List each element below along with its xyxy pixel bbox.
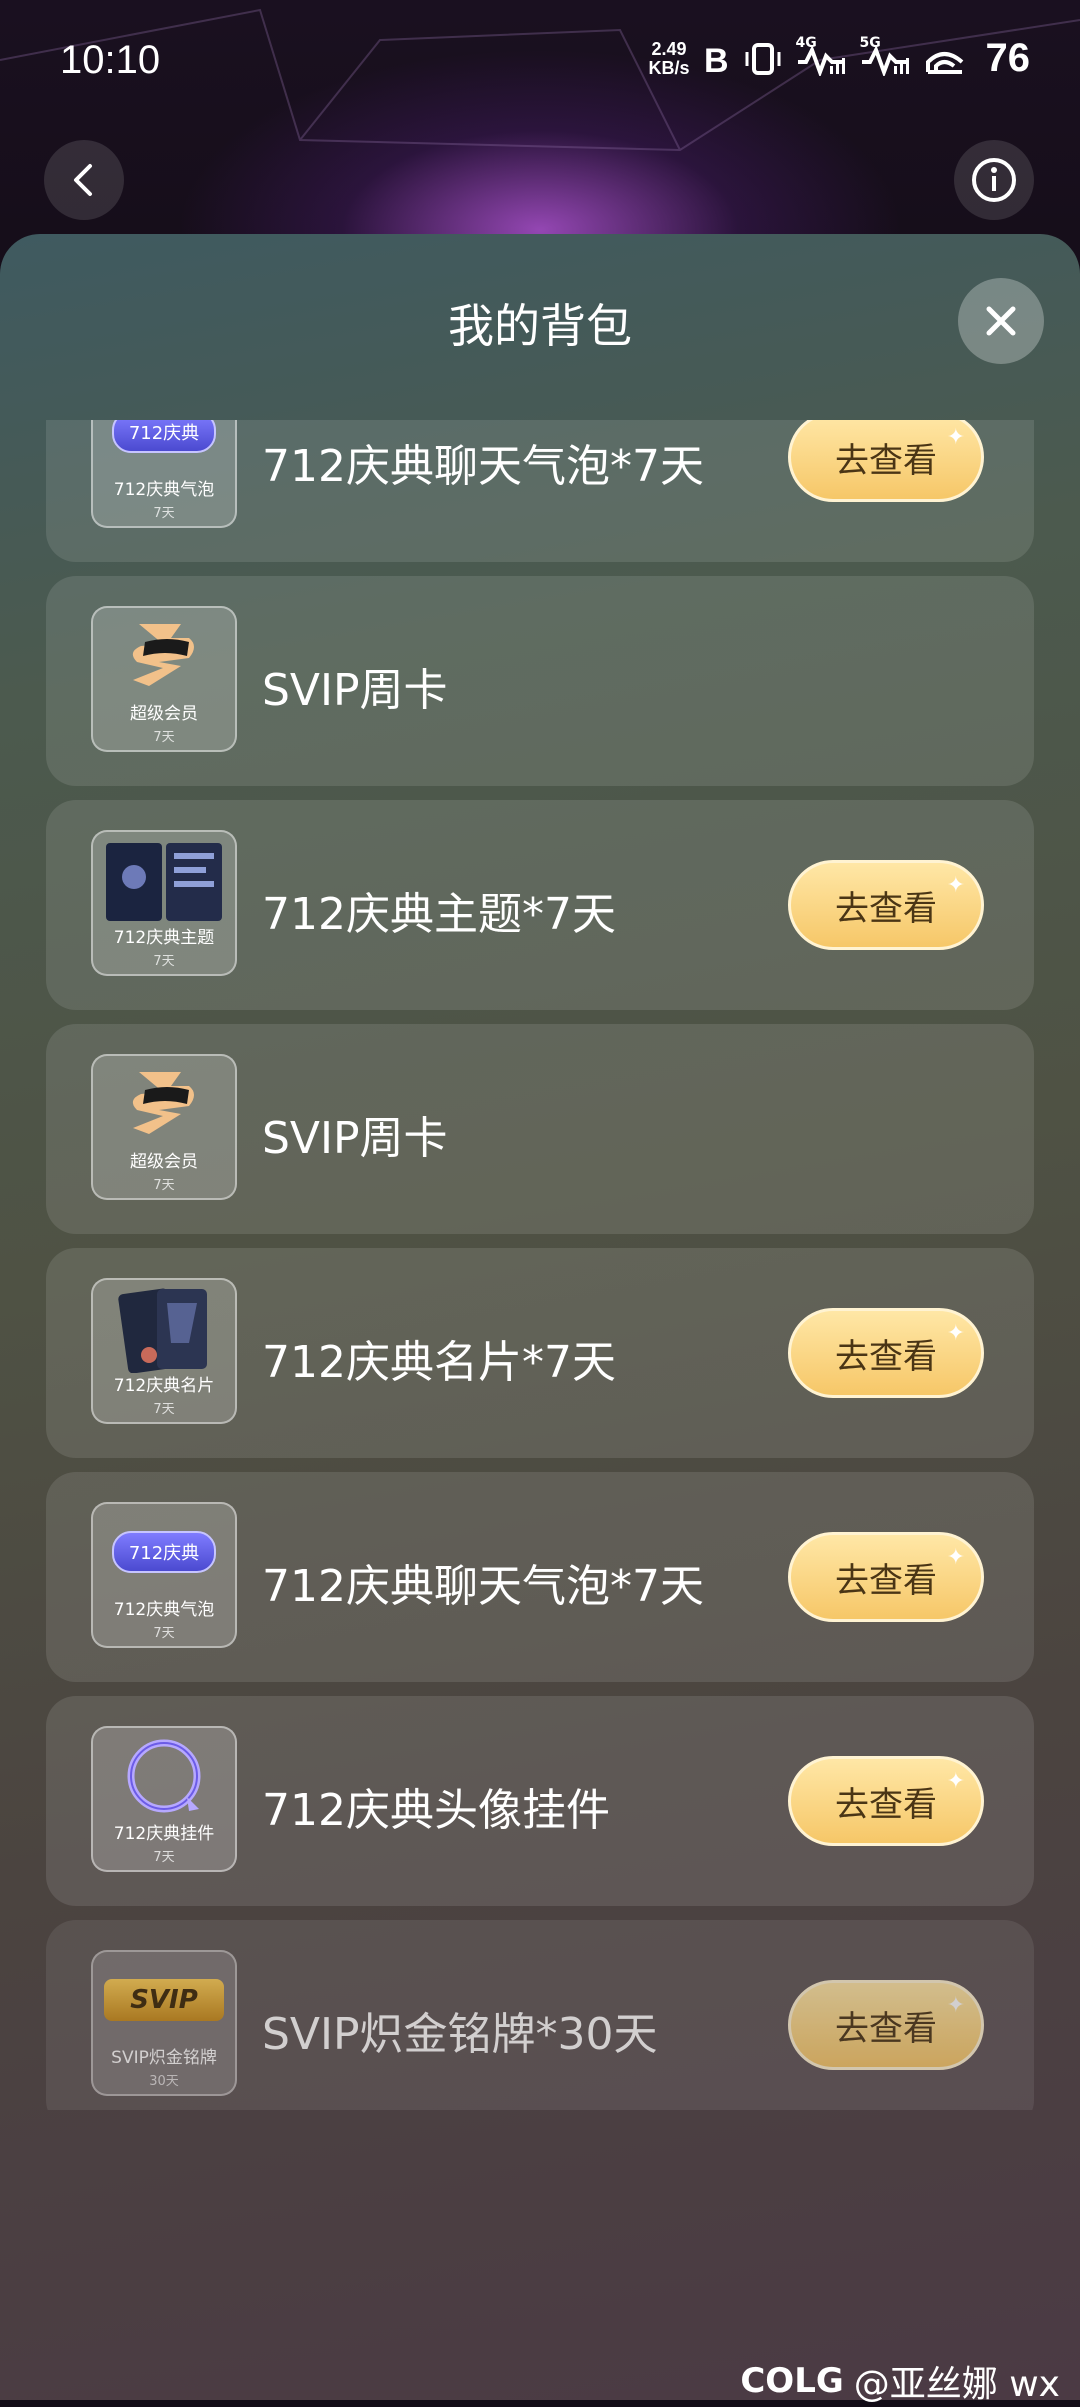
item-thumbnail: 712庆典挂件 7天 <box>91 1726 237 1872</box>
item-name: 712庆典聊天气泡*7天 <box>262 1561 704 1612</box>
watermark-logo: COLG <box>740 2361 844 2401</box>
view-button-label: 去查看 <box>835 888 937 929</box>
thumb-label: 712庆典名片 <box>113 1376 215 1396</box>
list-item: 712庆典名片 7天 712庆典名片*7天 去查看 ✦ <box>46 1248 1034 1458</box>
list-item: 712庆典 712庆典气泡 7天 712庆典聊天气泡*7天 去查看 ✦ <box>46 420 1034 562</box>
item-thumbnail: 712庆典主题 7天 <box>91 830 237 976</box>
signal-5g-icon: 5G <box>860 35 910 79</box>
sparkle-icon: ✦ <box>946 873 965 898</box>
item-name: 712庆典聊天气泡*7天 <box>262 441 704 492</box>
svip-logo-icon <box>93 1056 235 1152</box>
vibrate-icon <box>744 39 782 79</box>
backpack-panel: 我的背包 712庆典 712庆典气泡 7天 712庆典聊天气泡*7天 去查看 ✦ <box>0 234 1080 2400</box>
item-thumbnail: 超级会员 7天 <box>91 606 237 752</box>
network-speed: 2.49 KB/s <box>648 38 690 78</box>
bluetooth-icon: B <box>704 39 730 79</box>
item-name: 712庆典头像挂件 <box>262 1785 610 1836</box>
item-thumbnail: 超级会员 7天 <box>91 1054 237 1200</box>
info-icon <box>972 158 1016 202</box>
view-button[interactable]: 去查看 ✦ <box>788 1532 984 1622</box>
back-button[interactable] <box>44 140 124 220</box>
info-button[interactable] <box>954 140 1034 220</box>
thumb-duration: 30天 <box>149 2074 179 2089</box>
item-thumbnail: SVIP SVIP炽金铭牌 30天 <box>91 1950 237 2096</box>
view-button-label: 去查看 <box>835 1336 937 1377</box>
item-thumbnail: 712庆典 712庆典气泡 7天 <box>91 1502 237 1648</box>
list-item: SVIP SVIP炽金铭牌 30天 SVIP炽金铭牌*30天 去查看 ✦ <box>46 1920 1034 2110</box>
wifi-icon <box>924 39 966 79</box>
list-item: 712庆典主题 7天 712庆典主题*7天 去查看 ✦ <box>46 800 1034 1010</box>
card-preview-icon <box>93 1280 235 1376</box>
item-list[interactable]: 712庆典 712庆典气泡 7天 712庆典聊天气泡*7天 去查看 ✦ 超级会员… <box>46 420 1034 2110</box>
item-name: 712庆典名片*7天 <box>262 1337 616 1388</box>
view-button[interactable]: 去查看 ✦ <box>788 1308 984 1398</box>
thumb-duration: 7天 <box>153 1626 175 1641</box>
list-item: 超级会员 7天 SVIP周卡 <box>46 1024 1034 1234</box>
thumb-label: 超级会员 <box>130 704 198 724</box>
view-button-label: 去查看 <box>835 1784 937 1825</box>
sparkle-icon: ✦ <box>946 425 965 450</box>
status-icons: 2.49 KB/s B 4G 5G 76 <box>648 35 1031 81</box>
sparkle-icon: ✦ <box>946 1993 965 2018</box>
thumb-duration: 7天 <box>153 730 175 745</box>
close-icon <box>986 306 1016 336</box>
thumb-label: 712庆典气泡 <box>113 480 215 500</box>
thumb-label: 712庆典气泡 <box>113 1600 215 1620</box>
item-list-inner: 712庆典 712庆典气泡 7天 712庆典聊天气泡*7天 去查看 ✦ 超级会员… <box>46 420 1034 2110</box>
watermark-text: @亚丝娜 wx <box>853 2364 1060 2405</box>
view-button[interactable]: 去查看 ✦ <box>788 1756 984 1846</box>
network-speed-unit: KB/s <box>648 57 690 78</box>
list-item: 超级会员 7天 SVIP周卡 <box>46 576 1034 786</box>
item-name: SVIP周卡 <box>262 1113 448 1164</box>
status-bar: 10:10 2.49 KB/s B 4G 5G 76 <box>0 0 1080 130</box>
thumb-label: 712庆典主题 <box>113 928 215 948</box>
item-thumbnail: 712庆典名片 7天 <box>91 1278 237 1424</box>
view-button[interactable]: 去查看 ✦ <box>788 1980 984 2070</box>
thumb-label: 超级会员 <box>130 1152 198 1172</box>
item-name: SVIP炽金铭牌*30天 <box>262 2009 658 2060</box>
thumb-label: SVIP炽金铭牌 <box>111 2048 217 2068</box>
view-button-label: 去查看 <box>835 1560 937 1601</box>
chat-bubble-icon: 712庆典 <box>93 420 235 480</box>
status-time: 10:10 <box>60 38 161 82</box>
view-button[interactable]: 去查看 ✦ <box>788 860 984 950</box>
view-button-label: 去查看 <box>835 440 937 481</box>
item-name: 712庆典主题*7天 <box>262 889 616 940</box>
view-button[interactable]: 去查看 ✦ <box>788 420 984 502</box>
svg-text:B: B <box>704 42 729 76</box>
network-speed-value: 2.49 <box>651 38 687 59</box>
item-name: SVIP周卡 <box>262 665 448 716</box>
sparkle-icon: ✦ <box>946 1769 965 1794</box>
view-button-label: 去查看 <box>835 2008 937 2049</box>
thumb-duration: 7天 <box>153 1850 175 1865</box>
theme-preview-icon <box>93 832 235 928</box>
signal-5g-label: 5G <box>859 34 881 51</box>
svip-logo-icon <box>93 608 235 704</box>
item-thumbnail: 712庆典 712庆典气泡 7天 <box>91 420 237 528</box>
chat-bubble-icon: 712庆典 <box>93 1504 235 1600</box>
thumb-duration: 7天 <box>153 1178 175 1193</box>
thumb-duration: 7天 <box>153 954 175 969</box>
signal-4g-icon: 4G <box>796 35 846 79</box>
thumb-label: 712庆典挂件 <box>113 1824 215 1844</box>
list-item: 712庆典 712庆典气泡 7天 712庆典聊天气泡*7天 去查看 ✦ <box>46 1472 1034 1682</box>
avatar-frame-icon <box>93 1728 235 1824</box>
close-button[interactable] <box>958 278 1044 364</box>
signal-4g-label: 4G <box>795 34 817 51</box>
list-item: 712庆典挂件 7天 712庆典头像挂件 去查看 ✦ <box>46 1696 1034 1906</box>
watermark: COLG @亚丝娜 wx <box>740 2355 1060 2407</box>
panel-title: 我的背包 <box>448 299 632 353</box>
battery-level: 76 <box>985 36 1031 80</box>
thumb-duration: 7天 <box>153 506 175 521</box>
thumb-duration: 7天 <box>153 1402 175 1417</box>
chevron-left-icon <box>74 164 92 196</box>
svip-nameplate-icon: SVIP <box>93 1952 235 2048</box>
sparkle-icon: ✦ <box>946 1545 965 1570</box>
sparkle-icon: ✦ <box>946 1321 965 1346</box>
